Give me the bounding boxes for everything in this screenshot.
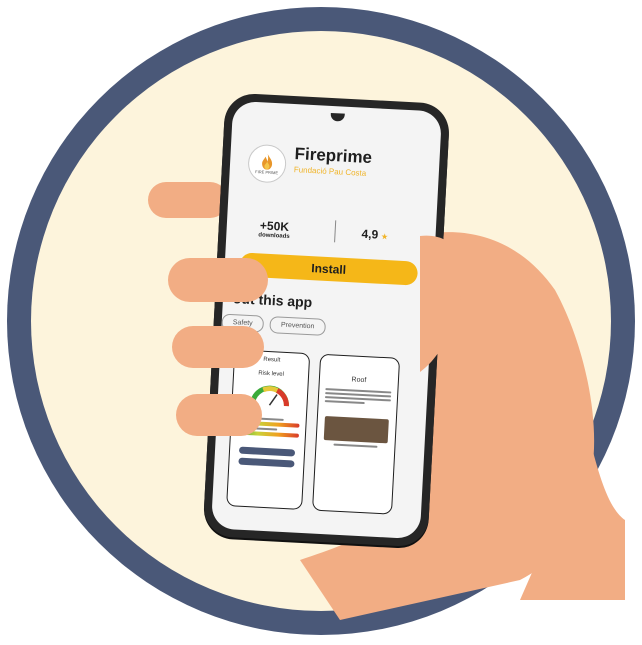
hand-fingers xyxy=(168,235,464,436)
illustration: FIRE PRIME Fireprime Fundació Pau Costa … xyxy=(0,0,642,645)
